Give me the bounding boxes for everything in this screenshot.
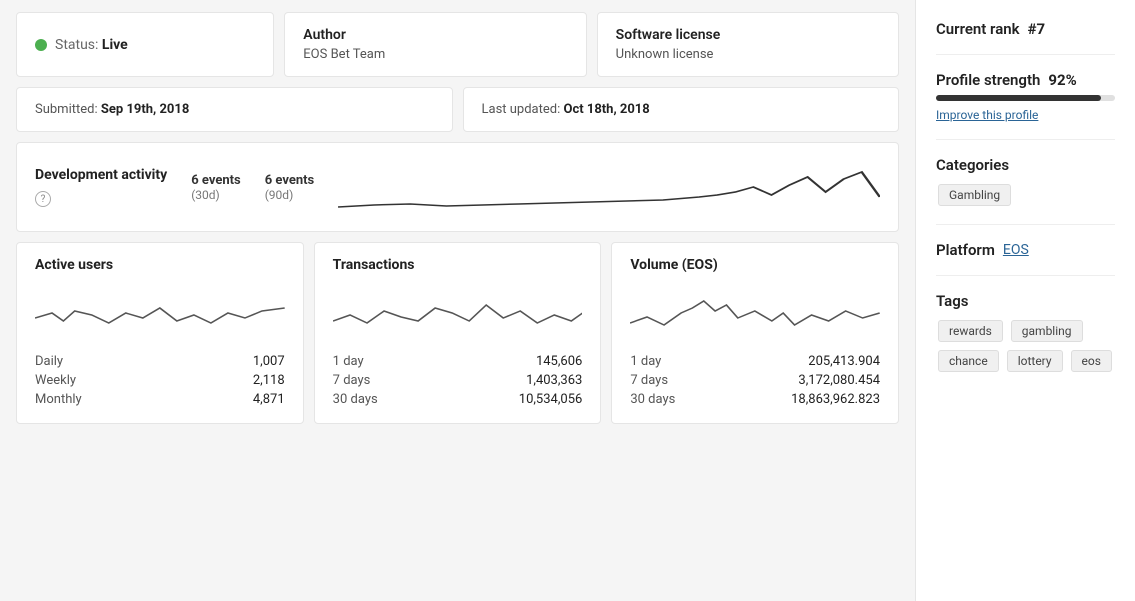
platform-value[interactable]: EOS bbox=[1003, 242, 1029, 258]
dev-activity-title: Development activity bbox=[35, 167, 167, 183]
table-row: 30 days 10,534,056 bbox=[333, 390, 583, 409]
table-row: 7 days 3,172,080.454 bbox=[630, 371, 880, 390]
tags-list: rewards gambling chance lottery eos bbox=[936, 318, 1115, 374]
license-title: Software license bbox=[616, 27, 880, 43]
categories-label: Categories bbox=[936, 156, 1115, 174]
author-card: Author EOS Bet Team bbox=[284, 12, 586, 77]
events-30d: 6 events (30d) bbox=[191, 173, 241, 202]
profile-strength-pct: 92% bbox=[1048, 71, 1076, 89]
tags-label: Tags bbox=[936, 292, 1115, 310]
profile-strength-section: Profile strength 92% Improve this profil… bbox=[936, 71, 1115, 140]
table-row: 7 days 1,403,363 bbox=[333, 371, 583, 390]
active-users-title: Active users bbox=[35, 257, 285, 273]
current-rank-label: Current rank bbox=[936, 20, 1020, 38]
status-text: Status: Live bbox=[55, 37, 128, 53]
categories-section: Categories Gambling bbox=[936, 156, 1115, 225]
sidebar: Current rank #7 Profile strength 92% Imp… bbox=[915, 0, 1135, 601]
status-card: Status: Live bbox=[16, 12, 274, 77]
events-90d: 6 events (90d) bbox=[265, 173, 315, 202]
tags-section: Tags rewards gambling chance lottery eos bbox=[936, 292, 1115, 390]
table-row: 1 day 145,606 bbox=[333, 352, 583, 371]
table-row: Daily 1,007 bbox=[35, 352, 285, 371]
volume-table: 1 day 205,413.904 7 days 3,172,080.454 3… bbox=[630, 352, 880, 409]
top-info-row: Status: Live Author EOS Bet Team Softwar… bbox=[16, 12, 899, 77]
current-rank-value: #7 bbox=[1028, 20, 1046, 38]
active-users-card: Active users Daily 1,007 Weekly 2,118 Mo… bbox=[16, 242, 304, 424]
improve-profile-link[interactable]: Improve this profile bbox=[936, 108, 1038, 122]
category-tag[interactable]: Gambling bbox=[938, 184, 1011, 206]
submitted-card: Submitted: Sep 19th, 2018 bbox=[16, 87, 453, 132]
author-value: EOS Bet Team bbox=[303, 47, 567, 62]
transactions-chart bbox=[333, 283, 583, 338]
platform-section: Platform EOS bbox=[936, 241, 1115, 276]
categories-list: Gambling bbox=[936, 182, 1115, 208]
platform-label: Platform bbox=[936, 241, 995, 259]
author-title: Author bbox=[303, 27, 567, 43]
dates-row: Submitted: Sep 19th, 2018 Last updated: … bbox=[16, 87, 899, 132]
tag-chance[interactable]: chance bbox=[938, 350, 999, 372]
volume-card: Volume (EOS) 1 day 205,413.904 7 days 3,… bbox=[611, 242, 899, 424]
license-value: Unknown license bbox=[616, 47, 880, 62]
table-row: Monthly 4,871 bbox=[35, 390, 285, 409]
dev-activity-card: Development activity ? 6 events (30d) 6 … bbox=[16, 142, 899, 232]
tag-lottery[interactable]: lottery bbox=[1007, 350, 1063, 372]
last-updated-card: Last updated: Oct 18th, 2018 bbox=[463, 87, 900, 132]
transactions-card: Transactions 1 day 145,606 7 days 1,403,… bbox=[314, 242, 602, 424]
active-users-chart bbox=[35, 283, 285, 338]
transactions-table: 1 day 145,606 7 days 1,403,363 30 days 1… bbox=[333, 352, 583, 409]
volume-chart bbox=[630, 283, 880, 338]
tag-eos[interactable]: eos bbox=[1071, 350, 1112, 372]
table-row: 1 day 205,413.904 bbox=[630, 352, 880, 371]
license-card: Software license Unknown license bbox=[597, 12, 899, 77]
tag-rewards[interactable]: rewards bbox=[938, 320, 1003, 342]
current-rank-section: Current rank #7 bbox=[936, 20, 1115, 55]
tag-gambling[interactable]: gambling bbox=[1011, 320, 1083, 342]
progress-bar-bg bbox=[936, 95, 1115, 101]
volume-title: Volume (EOS) bbox=[630, 257, 880, 273]
help-icon[interactable]: ? bbox=[35, 191, 51, 207]
progress-bar-fill bbox=[936, 95, 1101, 101]
stats-row: Active users Daily 1,007 Weekly 2,118 Mo… bbox=[16, 242, 899, 424]
active-users-table: Daily 1,007 Weekly 2,118 Monthly 4,871 bbox=[35, 352, 285, 409]
table-row: Weekly 2,118 bbox=[35, 371, 285, 390]
table-row: 30 days 18,863,962.823 bbox=[630, 390, 880, 409]
transactions-title: Transactions bbox=[333, 257, 583, 273]
profile-strength-label: Profile strength bbox=[936, 71, 1040, 89]
status-dot bbox=[35, 39, 47, 51]
dev-activity-chart bbox=[338, 157, 880, 217]
